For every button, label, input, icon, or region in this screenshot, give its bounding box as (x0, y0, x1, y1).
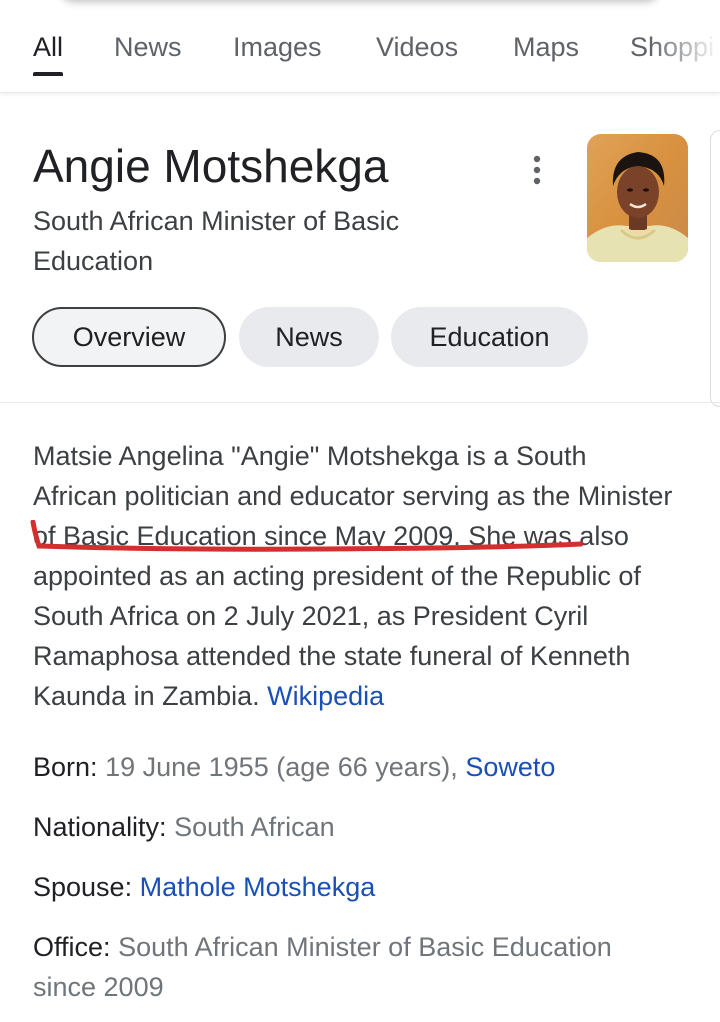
description-text: Matsie Angelina "Angie" Motshekga is a S… (33, 441, 673, 711)
tab-videos[interactable]: Videos (376, 30, 458, 64)
search-tabs: All News Images Videos Maps Shoppi (0, 0, 720, 93)
fact-label: Spouse: (33, 872, 133, 902)
fact-value: 19 June 1955 (age 66 years), (105, 752, 458, 782)
fact-born: Born: 19 June 1955 (age 66 years), Sowet… (33, 747, 673, 787)
tab-label: Maps (513, 32, 580, 62)
entity-subtitle: South African Minister of Basic Educatio… (33, 206, 400, 276)
active-tab-indicator (33, 72, 64, 76)
tab-label: News (114, 32, 182, 62)
more-vert-icon (533, 155, 541, 185)
chip-education[interactable]: Education (391, 307, 588, 367)
tab-news[interactable]: News (114, 30, 182, 64)
tab-maps[interactable]: Maps (513, 30, 579, 64)
fact-label: Nationality: (33, 812, 167, 842)
soweto-link[interactable]: Soweto (465, 752, 555, 782)
more-options-button[interactable] (522, 152, 552, 188)
entity-description: Matsie Angelina "Angie" Motshekga is a S… (33, 436, 673, 716)
chip-label: Overview (72, 322, 186, 352)
fact-label: Born: (33, 752, 98, 782)
search-results-page: All News Images Videos Maps Shoppi Angie… (0, 0, 720, 1022)
section-divider (0, 402, 720, 403)
fact-value: South African (174, 812, 335, 842)
chip-label: Education (429, 322, 550, 352)
wikipedia-link[interactable]: Wikipedia (267, 681, 384, 711)
chip-label: News (275, 322, 343, 352)
entity-title: Angie Motshekga (33, 140, 389, 192)
tab-label: Videos (376, 32, 459, 62)
spouse-link[interactable]: Mathole Motshekga (140, 872, 376, 902)
entity-photo[interactable] (587, 134, 688, 262)
tabs-fade (650, 0, 720, 92)
fact-nationality: Nationality: South African (33, 807, 673, 847)
chip-overview[interactable]: Overview (32, 307, 226, 367)
side-card-edge (710, 130, 720, 407)
tab-images[interactable]: Images (233, 30, 322, 64)
fact-value: South African Minister of Basic Educatio… (33, 932, 612, 1002)
fact-spouse: Spouse: Mathole Motshekga (33, 867, 673, 907)
tab-label: All (33, 32, 64, 62)
tab-all[interactable]: All (33, 30, 64, 76)
fact-office: Office: South African Minister of Basic … (33, 927, 673, 1007)
chip-news[interactable]: News (239, 307, 379, 367)
fact-label: Office: (33, 932, 111, 962)
tab-label: Images (233, 32, 322, 62)
